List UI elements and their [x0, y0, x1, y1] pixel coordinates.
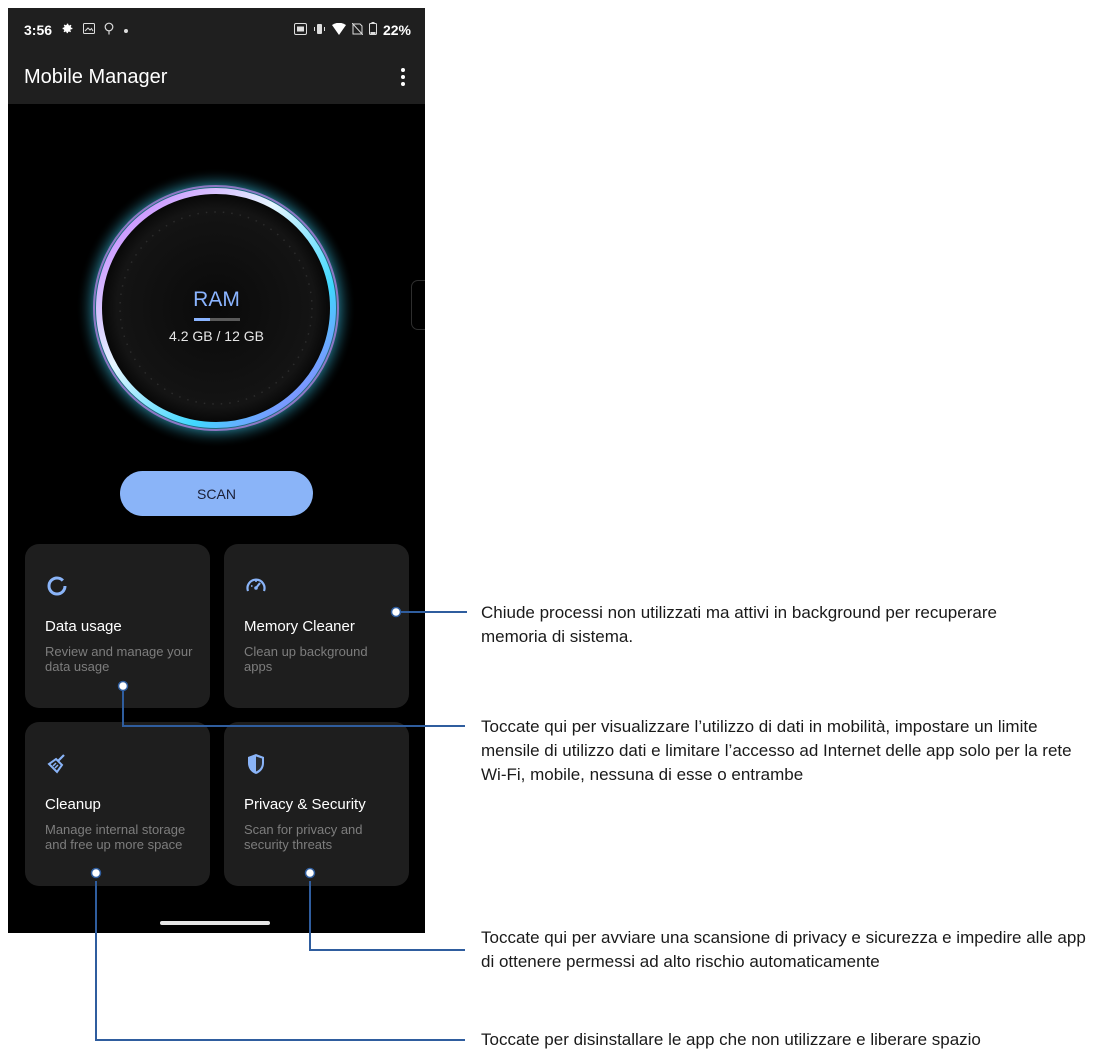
privacy-callout-line — [309, 881, 465, 951]
callout-lines — [90, 606, 467, 1041]
privacy-security-callout: Toccate qui per avviare una scansione di… — [481, 928, 1086, 971]
privacy-callout-dot — [304, 867, 316, 879]
data-usage-callout: Toccate qui per visualizzare l’utilizzo … — [481, 717, 1072, 784]
data-callout-dot — [117, 680, 129, 692]
cleanup-callout: Toccate per disinstallare le app che non… — [481, 1030, 981, 1049]
data-callout-line — [122, 690, 465, 727]
memory-callout-dot — [390, 606, 402, 618]
memory-cleaner-callout: Chiude processi non utilizzati ma attivi… — [481, 603, 997, 646]
cleanup-callout-dot — [90, 867, 102, 879]
cleanup-callout-line — [95, 881, 465, 1041]
